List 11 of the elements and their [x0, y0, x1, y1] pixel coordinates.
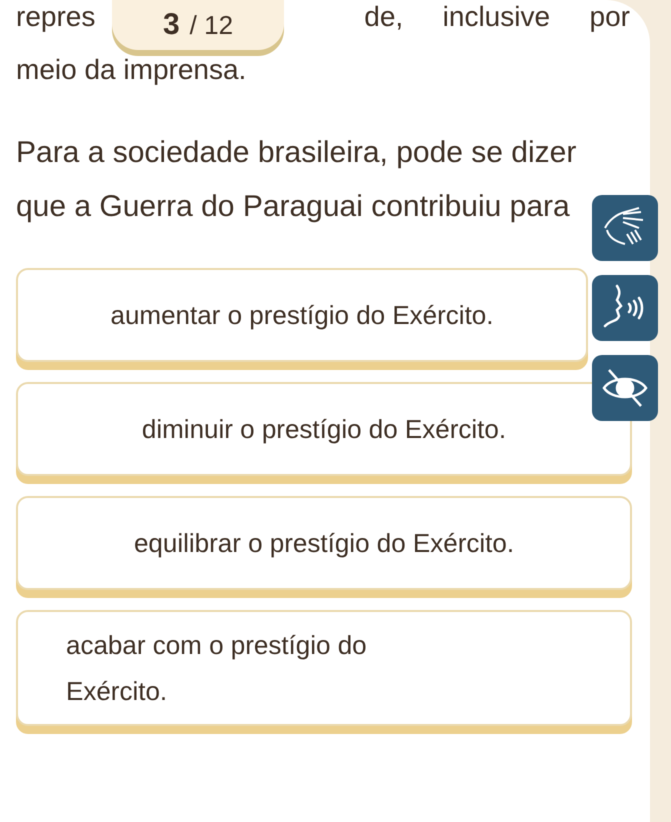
passage-text: inclusive	[442, 1, 550, 33]
question-text: Para a sociedade brasileira, pode se dizer que a Guerra do Paraguai contribuiu para	[16, 135, 578, 225]
passage-text: meio da imprensa.	[16, 54, 248, 86]
hidden-eye-icon	[601, 368, 649, 408]
question-counter: 3 / 12	[112, 0, 284, 50]
passage-text: de,	[364, 1, 404, 33]
audio-tool-button[interactable]	[592, 275, 658, 341]
hide-tool-button[interactable]	[592, 355, 658, 421]
passage-text: por	[590, 1, 630, 33]
passage-text: repres	[16, 1, 96, 33]
sign-tool-button[interactable]	[592, 195, 658, 261]
